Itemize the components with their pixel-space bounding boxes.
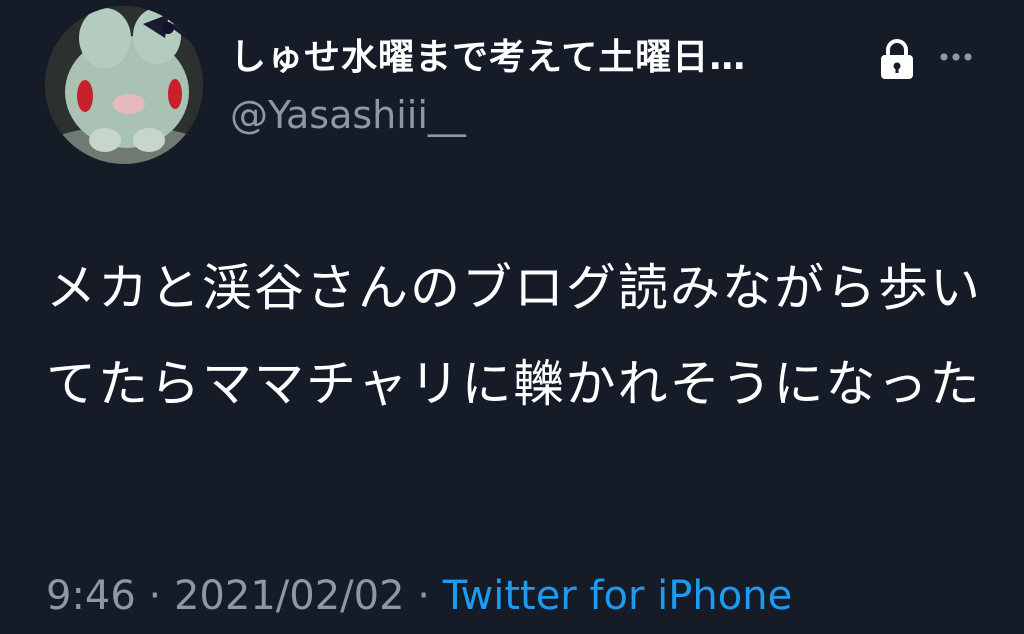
lock-icon: [881, 39, 913, 79]
tweet-time: 9:46: [46, 573, 136, 619]
meta-separator: ·: [135, 573, 174, 619]
author-display-name[interactable]: しゅせ水曜まで考えて土曜日…: [230, 34, 830, 82]
meta-separator: ·: [404, 573, 443, 619]
plush-bunny-avatar-icon: [45, 6, 203, 164]
tweet-source-link[interactable]: Twitter for iPhone: [443, 573, 793, 619]
more-icon[interactable]: [936, 42, 976, 72]
author-handle[interactable]: @Yasashiii__: [230, 90, 466, 140]
tweet-date: 2021/02/02: [173, 573, 405, 619]
tweet-metadata: 9:46 · 2021/02/02 · Twitter for iPhone: [46, 568, 792, 624]
author-avatar[interactable]: [45, 6, 203, 164]
tweet-text: メカと渓谷さんのブログ読みながら歩いてたらママチャリに轢かれそうになった: [46, 259, 982, 413]
